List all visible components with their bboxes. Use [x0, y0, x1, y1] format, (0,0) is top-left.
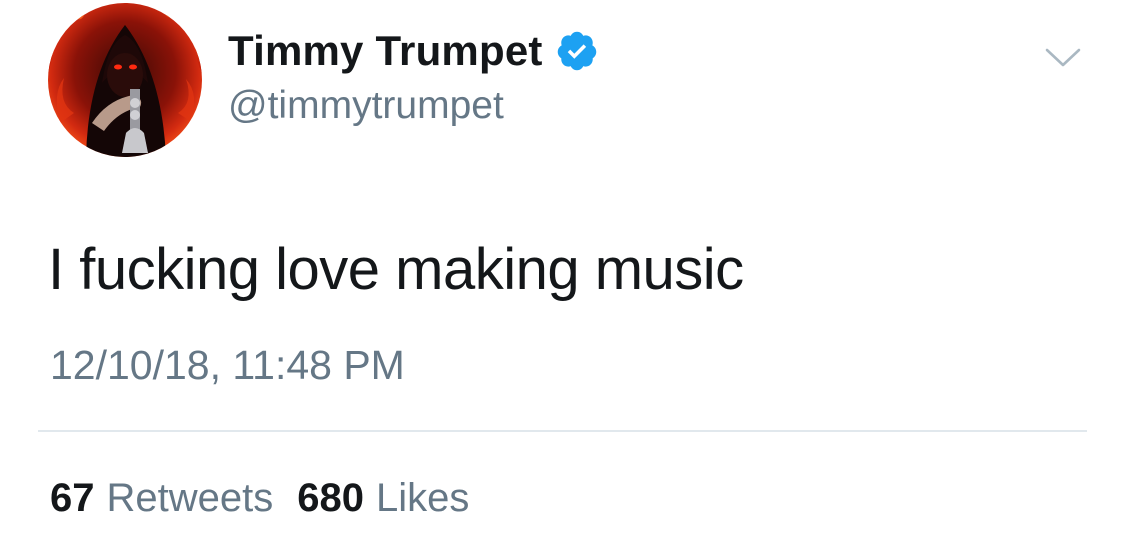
avatar-image	[48, 3, 202, 157]
retweets-stat[interactable]: 67 Retweets	[50, 476, 273, 521]
tweet-timestamp: 12/10/18, 11:48 PM	[50, 342, 405, 388]
likes-count: 680	[297, 476, 364, 520]
author-handle[interactable]: @timmytrumpet	[228, 84, 504, 128]
verified-badge-icon	[555, 29, 599, 73]
tweet-detail: Timmy Trumpet @timmytrumpet I fucking lo…	[0, 0, 1125, 548]
likes-stat[interactable]: 680 Likes	[297, 476, 469, 521]
divider	[38, 430, 1087, 432]
author-name-row[interactable]: Timmy Trumpet	[228, 26, 599, 76]
engagement-stats: 67 Retweets 680 Likes	[50, 476, 469, 521]
tweet-text: I fucking love making music	[48, 237, 744, 302]
chevron-down-icon[interactable]	[1043, 45, 1083, 71]
likes-label: Likes	[376, 476, 470, 520]
retweets-count: 67	[50, 476, 95, 520]
avatar[interactable]	[48, 3, 202, 157]
retweets-label: Retweets	[106, 476, 274, 520]
display-name[interactable]: Timmy Trumpet	[228, 27, 543, 75]
